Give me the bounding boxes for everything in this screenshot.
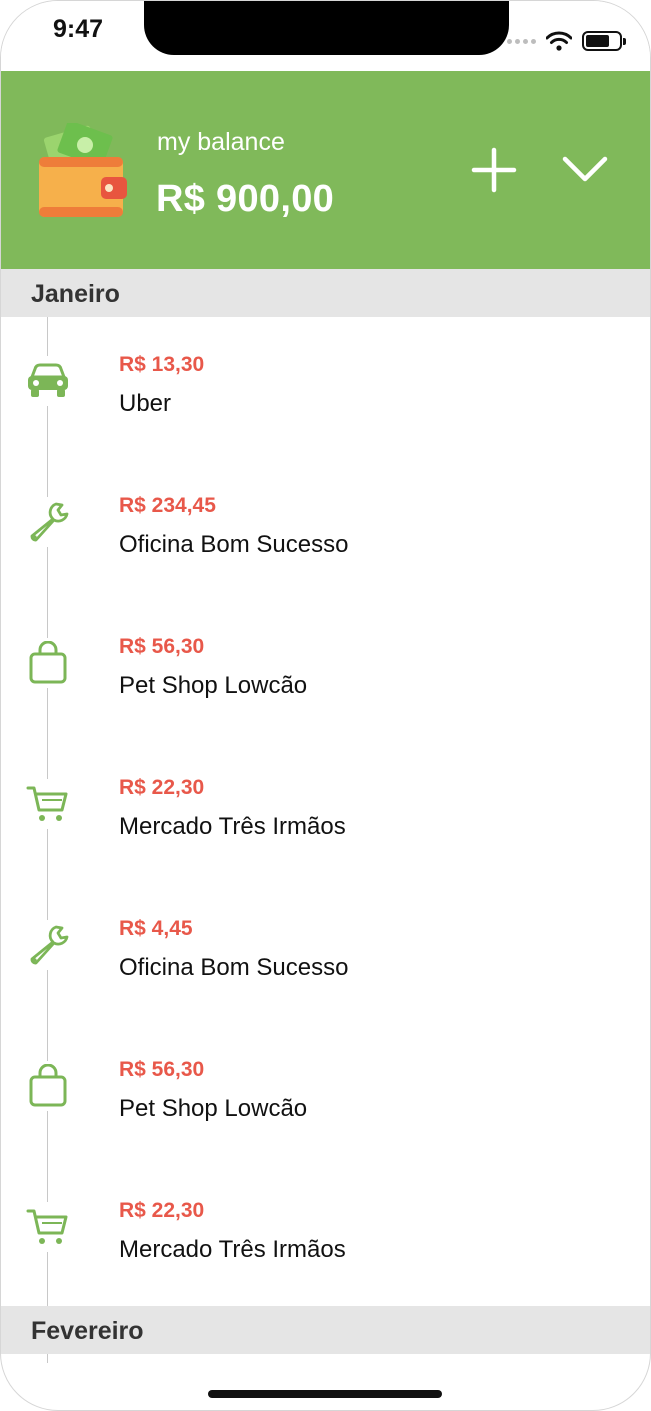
notch — [144, 1, 509, 55]
wallet-icon — [39, 123, 127, 217]
transaction-row[interactable]: R$ 13,30 Uber — [1, 316, 650, 457]
transaction-row[interactable]: R$ 22,30 Mercado Três Irmãos — [1, 739, 650, 880]
transaction-amount: R$ 22,30 — [119, 1199, 205, 1222]
transaction-amount: R$ 4,45 — [119, 917, 193, 940]
status-bar: 9:47 — [1, 1, 650, 71]
transaction-name: Oficina Bom Sucesso — [119, 531, 349, 558]
balance-value: R$ 900,00 — [156, 178, 335, 220]
section-header-fevereiro: Fevereiro — [1, 1306, 650, 1354]
balance-header: my balance R$ 900,00 — [1, 71, 650, 269]
transaction-amount: R$ 22,30 — [119, 776, 205, 799]
chevron-down-icon[interactable] — [561, 151, 609, 187]
shopping-bag-icon — [23, 638, 73, 688]
transaction-amount: R$ 234,45 — [119, 494, 216, 517]
section-title: Fevereiro — [31, 1317, 144, 1345]
cart-icon — [23, 1202, 73, 1252]
status-time: 9:47 — [53, 15, 104, 43]
add-button[interactable] — [471, 147, 517, 193]
transaction-name: Pet Shop Lowcão — [119, 672, 308, 699]
car-icon — [23, 356, 73, 406]
transaction-name: Pet Shop Lowcão — [119, 1095, 308, 1122]
transaction-row[interactable]: R$ 234,45 Oficina Bom Sucesso — [1, 457, 650, 598]
transaction-row[interactable]: R$ 56,30 Pet Shop Lowcão — [1, 1021, 650, 1162]
transaction-amount: R$ 56,30 — [119, 1058, 205, 1081]
home-indicator[interactable] — [208, 1390, 442, 1398]
balance-label: my balance — [157, 128, 285, 156]
transaction-amount: R$ 13,30 — [119, 353, 205, 376]
section-header-janeiro: Janeiro — [1, 269, 650, 317]
wrench-icon — [23, 920, 73, 970]
transaction-row[interactable]: R$ 56,30 Pet Shop Lowcão — [1, 598, 650, 739]
cart-icon — [23, 779, 73, 829]
transaction-row[interactable]: R$ 22,30 Mercado Três Irmãos — [1, 1162, 650, 1303]
transaction-row[interactable]: R$ 4,45 Oficina Bom Sucesso — [1, 880, 650, 1021]
transaction-name: Mercado Três Irmãos — [119, 1236, 346, 1263]
status-indicators — [507, 31, 626, 51]
transaction-name: Oficina Bom Sucesso — [119, 954, 349, 981]
cellular-signal-icon — [507, 38, 536, 44]
battery-icon — [582, 31, 626, 51]
timeline-line — [47, 1353, 48, 1363]
wifi-icon — [546, 31, 572, 51]
transaction-name: Uber — [119, 390, 172, 417]
phone-screen: 9:47 my balance R$ 900,00 Janeiro R$ 13,… — [0, 0, 651, 1411]
wrench-icon — [23, 497, 73, 547]
transaction-amount: R$ 56,30 — [119, 635, 205, 658]
section-title: Janeiro — [31, 280, 120, 308]
transaction-name: Mercado Três Irmãos — [119, 813, 346, 840]
shopping-bag-icon — [23, 1061, 73, 1111]
